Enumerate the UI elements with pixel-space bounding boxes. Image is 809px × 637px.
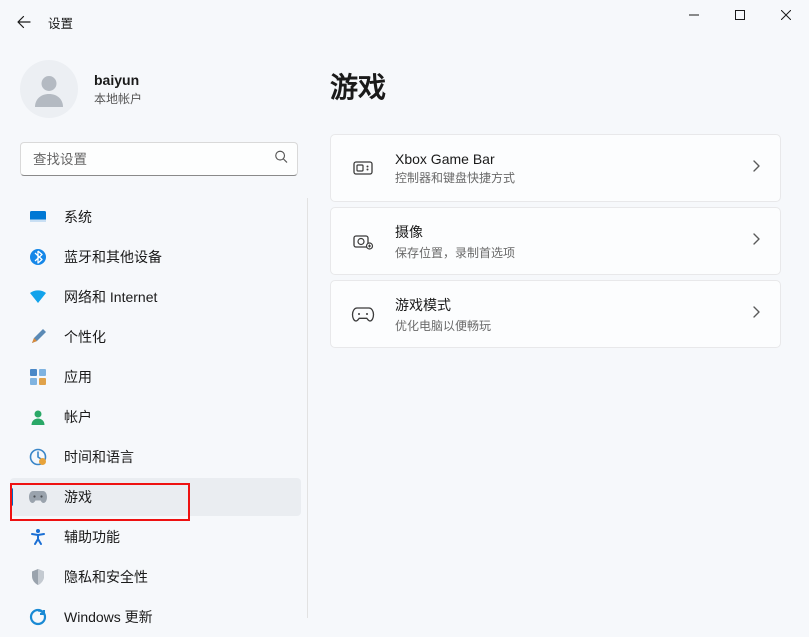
camera-icon (349, 227, 377, 255)
card-text: Xbox Game Bar 控制器和键盘快捷方式 (395, 151, 750, 186)
card-text: 游戏模式 优化电脑以便畅玩 (395, 295, 750, 334)
arrow-left-icon (16, 14, 32, 30)
sidebar-item-label: 个性化 (64, 327, 106, 347)
window-controls (671, 0, 809, 30)
sidebar-item-network[interactable]: 网络和 Internet (10, 278, 301, 316)
minimize-button[interactable] (671, 0, 717, 30)
card-title: Xbox Game Bar (395, 151, 750, 167)
sidebar-item-label: 蓝牙和其他设备 (64, 247, 162, 267)
window-title: 设置 (48, 13, 73, 32)
person-icon (29, 69, 69, 109)
chevron-right-icon (750, 232, 762, 250)
minimize-icon (689, 10, 699, 20)
card-captures[interactable]: 摄像 保存位置，录制首选项 (330, 207, 781, 275)
close-icon (781, 10, 791, 20)
account-icon (28, 407, 48, 427)
sidebar-item-time-language[interactable]: 时间和语言 (10, 438, 301, 476)
search-input[interactable] (20, 142, 298, 176)
clock-globe-icon (28, 447, 48, 467)
apps-icon (28, 367, 48, 387)
card-sub: 优化电脑以便畅玩 (395, 317, 750, 334)
back-button[interactable] (8, 6, 40, 38)
card-text: 摄像 保存位置，录制首选项 (395, 222, 750, 261)
sidebar-item-label: 游戏 (64, 487, 92, 507)
sidebar-item-personalization[interactable]: 个性化 (10, 318, 301, 356)
sidebar-item-bluetooth[interactable]: 蓝牙和其他设备 (10, 238, 301, 276)
chevron-right-icon (750, 305, 762, 323)
search-wrap (20, 142, 298, 176)
bluetooth-icon (28, 247, 48, 267)
content: baiyun 本地帐户 系统 蓝牙和其他设备 (0, 44, 809, 637)
system-icon (28, 207, 48, 227)
sidebar-item-label: 网络和 Internet (64, 287, 157, 307)
sidebar-item-privacy[interactable]: 隐私和安全性 (10, 558, 301, 596)
shield-icon (28, 567, 48, 587)
update-icon (28, 607, 48, 627)
close-button[interactable] (763, 0, 809, 30)
sidebar-item-label: 帐户 (64, 407, 92, 427)
maximize-icon (735, 10, 745, 20)
card-sub: 保存位置，录制首选项 (395, 244, 750, 261)
accessibility-icon (28, 527, 48, 547)
wifi-icon (28, 287, 48, 307)
card-xbox-game-bar[interactable]: Xbox Game Bar 控制器和键盘快捷方式 (330, 134, 781, 202)
profile-name: baiyun (94, 72, 142, 88)
sidebar-item-accessibility[interactable]: 辅助功能 (10, 518, 301, 556)
sidebar-item-gaming[interactable]: 游戏 (10, 478, 301, 516)
sidebar-item-label: 辅助功能 (64, 527, 120, 547)
profile-block[interactable]: baiyun 本地帐户 (10, 44, 308, 142)
sidebar-item-label: Windows 更新 (64, 607, 153, 627)
card-title: 摄像 (395, 222, 750, 242)
sidebar-item-label: 隐私和安全性 (64, 567, 148, 587)
sidebar-item-label: 应用 (64, 367, 92, 387)
profile-text: baiyun 本地帐户 (94, 72, 142, 107)
gamebar-icon (349, 154, 377, 182)
sidebar-item-label: 时间和语言 (64, 447, 134, 467)
sidebar: baiyun 本地帐户 系统 蓝牙和其他设备 (0, 44, 308, 637)
sidebar-item-label: 系统 (64, 207, 92, 227)
chevron-right-icon (750, 159, 762, 177)
maximize-button[interactable] (717, 0, 763, 30)
avatar (20, 60, 78, 118)
search-icon (274, 150, 288, 169)
card-sub: 控制器和键盘快捷方式 (395, 169, 750, 186)
controller-icon (349, 300, 377, 328)
nav-list: 系统 蓝牙和其他设备 网络和 Internet 个性化 应用 (10, 198, 308, 618)
card-title: 游戏模式 (395, 295, 750, 315)
sidebar-item-windows-update[interactable]: Windows 更新 (10, 598, 301, 636)
gamepad-icon (28, 487, 48, 507)
sidebar-item-apps[interactable]: 应用 (10, 358, 301, 396)
page-title: 游戏 (330, 66, 781, 106)
sidebar-item-accounts[interactable]: 帐户 (10, 398, 301, 436)
card-game-mode[interactable]: 游戏模式 优化电脑以便畅玩 (330, 280, 781, 348)
main: 游戏 Xbox Game Bar 控制器和键盘快捷方式 摄像 保存位置，录制首选… (308, 44, 809, 637)
nav: 系统 蓝牙和其他设备 网络和 Internet 个性化 应用 (10, 196, 308, 618)
paintbrush-icon (28, 327, 48, 347)
profile-sub: 本地帐户 (94, 90, 142, 107)
sidebar-item-system[interactable]: 系统 (10, 198, 301, 236)
